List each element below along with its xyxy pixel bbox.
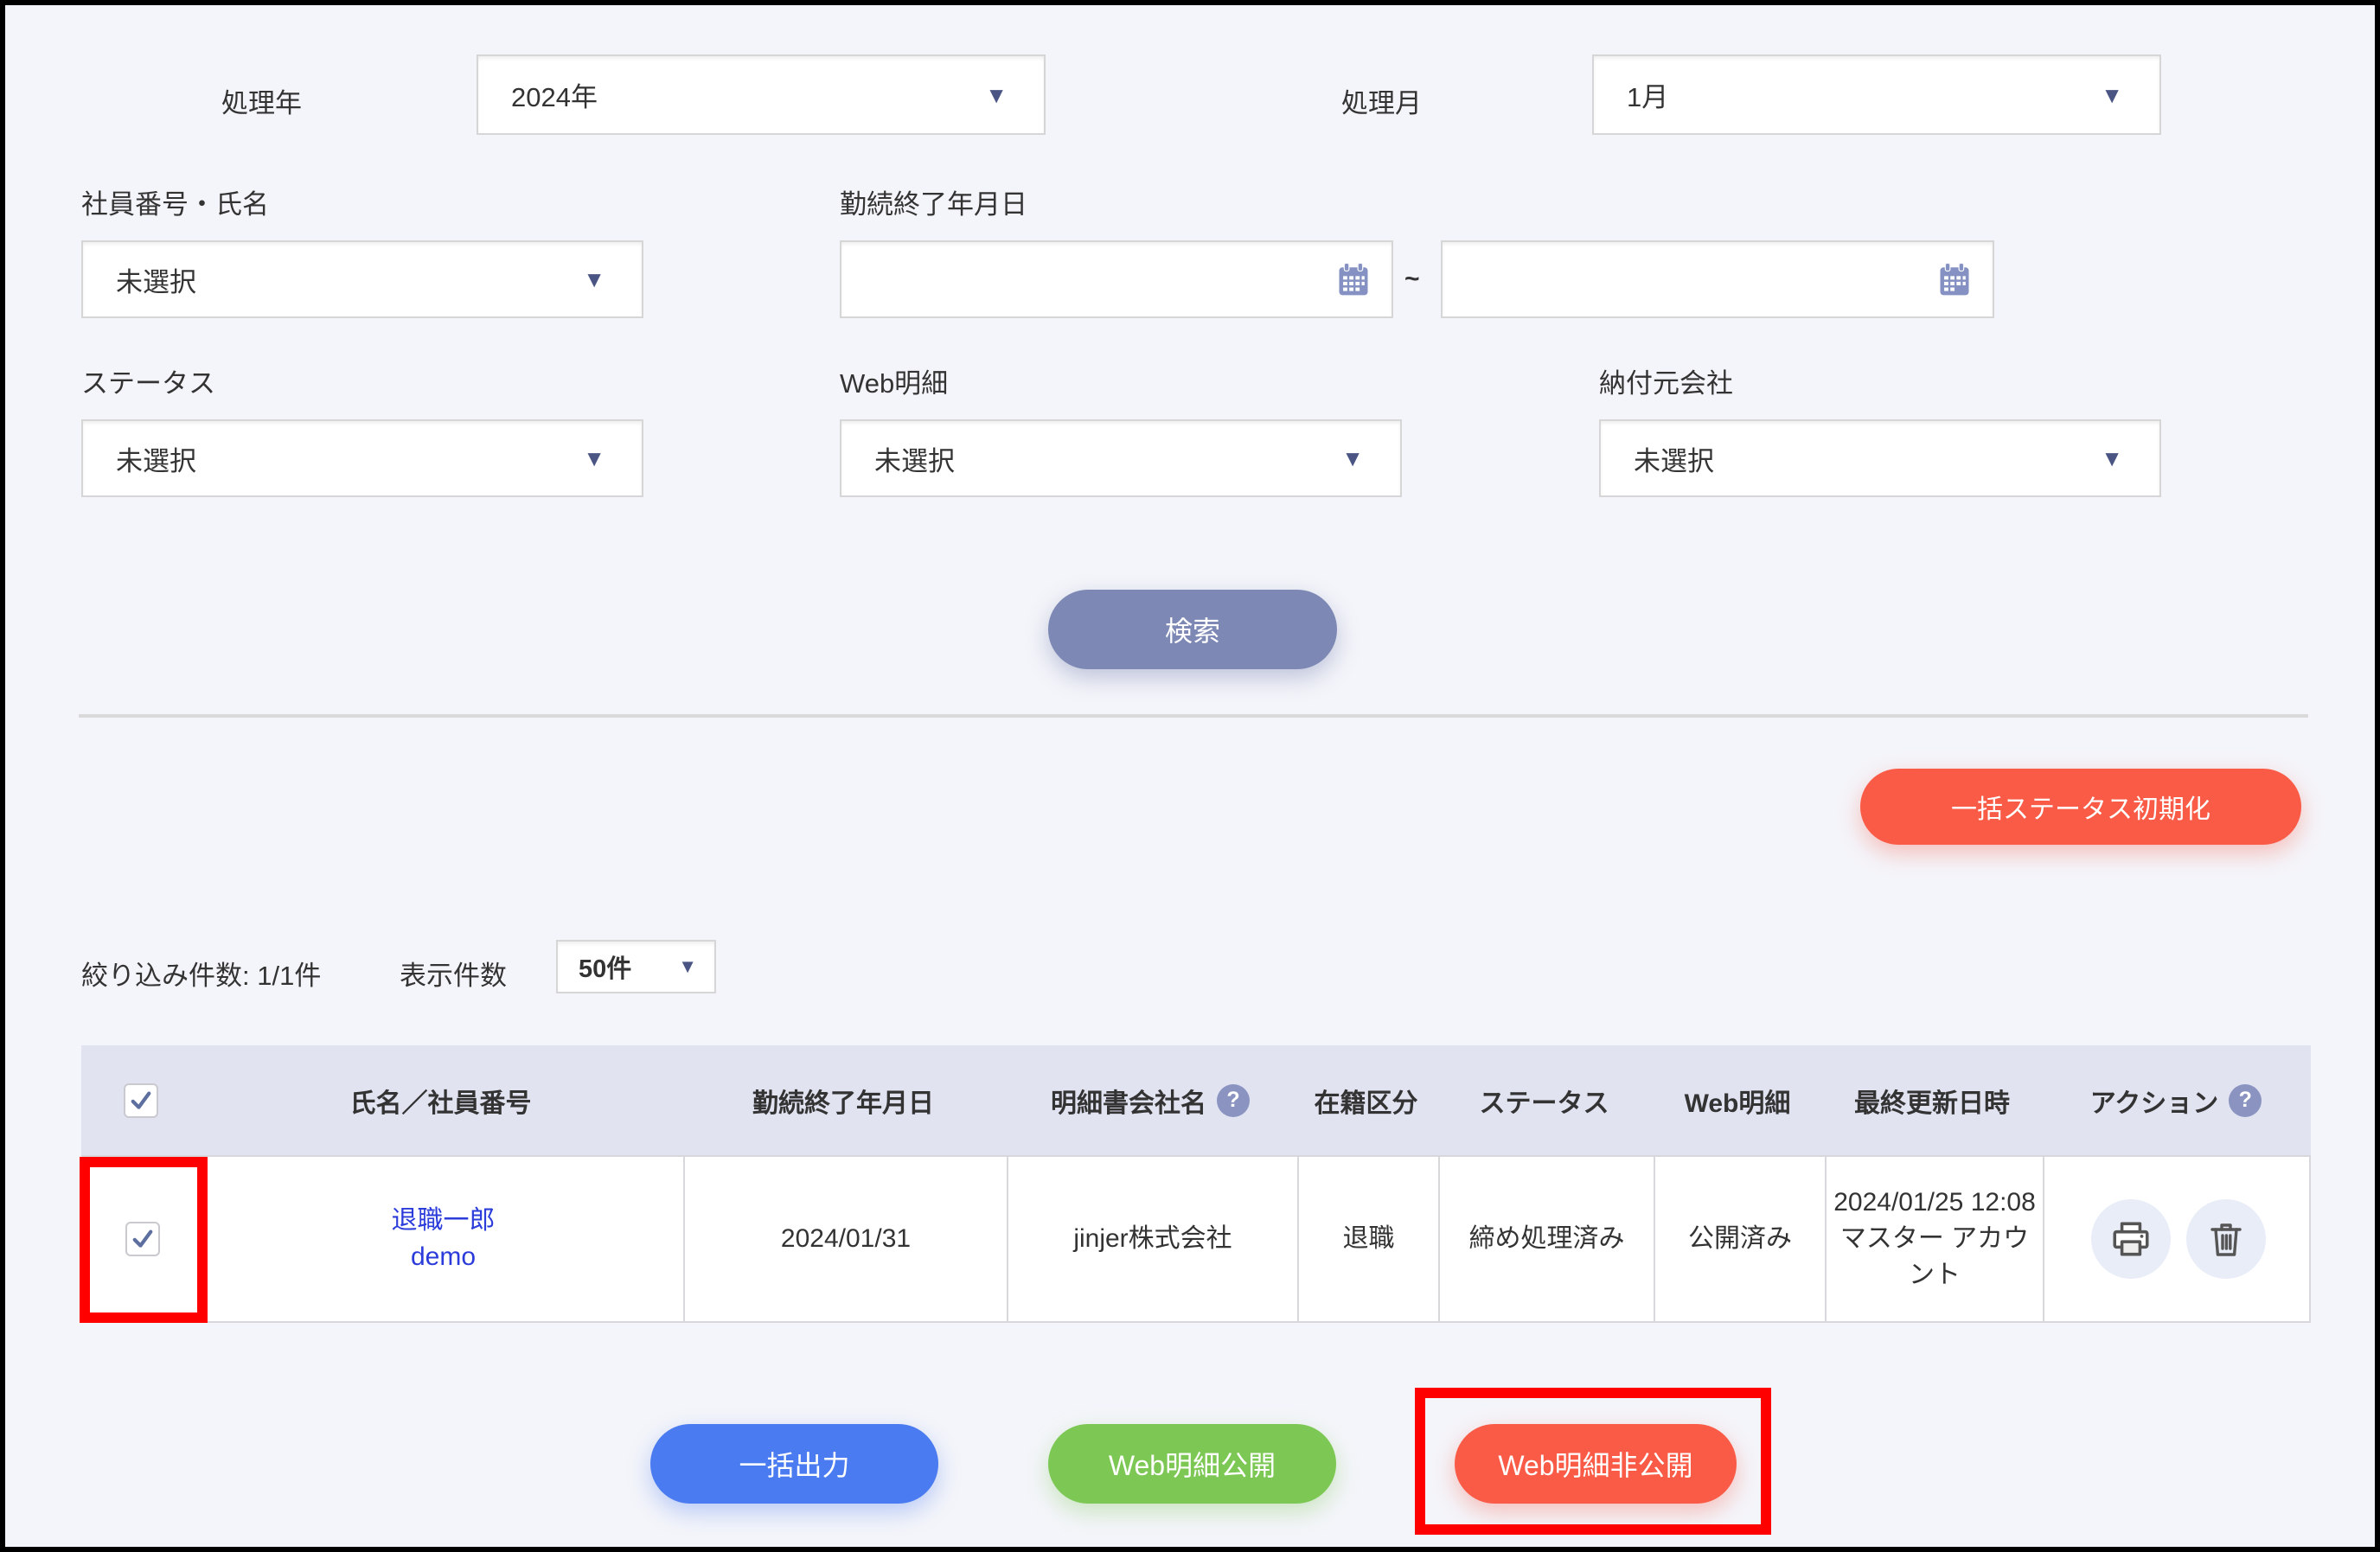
employee-select[interactable]: 未選択 ▼ (81, 240, 643, 318)
web-statement-unpublish-button[interactable]: Web明細非公開 (1455, 1424, 1737, 1504)
processing-month-label: 処理月 (1341, 81, 1422, 120)
header-company: 明細書会社名 ? (1005, 1045, 1296, 1155)
row-select-cell (83, 1157, 202, 1321)
bulk-status-reset-button[interactable]: 一括ステータス初期化 (1860, 769, 2301, 845)
updated-at: 2024/01/25 12:08 (1833, 1185, 2036, 1221)
print-button[interactable] (2091, 1199, 2171, 1279)
help-icon[interactable]: ? (2229, 1084, 2262, 1117)
payment-company-select[interactable]: 未選択 ▼ (1599, 419, 2161, 497)
header-action: アクション ? (2041, 1045, 2311, 1155)
page-size-label: 表示件数 (400, 954, 507, 993)
employee-name-link[interactable]: 退職一郎 (392, 1203, 496, 1239)
header-enrollment: 在籍区分 (1296, 1045, 1436, 1155)
employee-value: 未選択 (83, 260, 196, 299)
payroll-statement-list-page: 処理年 2024年 ▼ 処理月 1月 ▼ 社員番号・氏名 未選択 ▼ 勤続終了年… (0, 0, 2380, 1552)
processing-year-value: 2024年 (478, 75, 598, 114)
payment-company-label: 納付元会社 (1599, 361, 1733, 400)
filtered-count-text: 絞り込み件数: 1/1件 (81, 954, 321, 993)
chevron-down-icon: ▼ (583, 447, 605, 469)
chevron-down-icon: ▼ (2101, 84, 2123, 106)
web-statement-publish-button[interactable]: Web明細公開 (1048, 1424, 1336, 1504)
header-updated: 最終更新日時 (1823, 1045, 2041, 1155)
row-end-date-cell: 2024/01/31 (683, 1157, 1007, 1321)
row-action-cell (2043, 1157, 2313, 1321)
trash-icon (2205, 1218, 2247, 1260)
employee-code-link[interactable]: demo (411, 1239, 476, 1275)
statement-table: 氏名／社員番号 勤続終了年月日 明細書会社名 ? 在籍区分 ステータス Web明… (81, 1045, 2311, 1323)
employee-label: 社員番号・氏名 (81, 182, 269, 221)
delete-button[interactable] (2186, 1199, 2266, 1279)
row-name-cell: 退職一郎 demo (202, 1157, 683, 1321)
page-size-value: 50件 (558, 948, 631, 985)
date-range-separator: ~ (1404, 265, 1420, 294)
row-checkbox[interactable] (125, 1222, 160, 1256)
row-status-cell: 締め処理済み (1438, 1157, 1654, 1321)
chevron-down-icon: ▼ (678, 957, 697, 976)
check-icon (129, 1225, 157, 1253)
status-select[interactable]: 未選択 ▼ (81, 419, 643, 497)
page-size-select[interactable]: 50件 ▼ (556, 940, 716, 993)
service-end-date-label: 勤続終了年月日 (840, 182, 1027, 221)
calendar-icon (1334, 260, 1372, 298)
payment-company-value: 未選択 (1601, 439, 1714, 478)
processing-year-label: 処理年 (221, 81, 302, 120)
status-label: ステータス (81, 361, 215, 400)
web-statement-label: Web明細 (840, 361, 948, 400)
processing-year-select[interactable]: 2024年 ▼ (477, 54, 1046, 135)
chevron-down-icon: ▼ (583, 268, 605, 291)
row-company-cell: jinjer株式会社 (1007, 1157, 1297, 1321)
printer-icon (2109, 1217, 2153, 1261)
row-enrollment-cell: 退職 (1297, 1157, 1438, 1321)
row-updated-cell: 2024/01/25 12:08 マスター アカウント (1825, 1157, 2043, 1321)
header-action-label: アクション (2090, 1082, 2219, 1120)
help-icon[interactable]: ? (1217, 1084, 1250, 1117)
processing-month-select[interactable]: 1月 ▼ (1592, 54, 2161, 135)
updated-by: マスター アカウント (1833, 1221, 2036, 1293)
header-status: ステータス (1436, 1045, 1652, 1155)
web-statement-select[interactable]: 未選択 ▼ (840, 419, 1402, 497)
header-company-label: 明細書会社名 (1051, 1082, 1206, 1120)
header-select-all (81, 1045, 200, 1155)
header-end-date: 勤続終了年月日 (681, 1045, 1005, 1155)
check-icon (127, 1087, 155, 1115)
service-end-date-from-input[interactable] (840, 240, 1393, 318)
processing-month-value: 1月 (1594, 75, 1668, 114)
table-row: 退職一郎 demo 2024/01/31 jinjer株式会社 退職 締め処理済… (81, 1155, 2311, 1323)
calendar-icon (1935, 260, 1974, 298)
section-divider (79, 714, 2308, 718)
table-header-row: 氏名／社員番号 勤続終了年月日 明細書会社名 ? 在籍区分 ステータス Web明… (81, 1045, 2311, 1155)
header-name: 氏名／社員番号 (200, 1045, 681, 1155)
service-end-date-to-input[interactable] (1441, 240, 1994, 318)
select-all-checkbox[interactable] (124, 1083, 158, 1118)
bulk-export-button[interactable]: 一括出力 (650, 1424, 938, 1504)
chevron-down-icon: ▼ (985, 84, 1008, 106)
chevron-down-icon: ▼ (2101, 447, 2123, 469)
web-statement-value: 未選択 (841, 439, 955, 478)
row-web-cell: 公開済み (1654, 1157, 1825, 1321)
chevron-down-icon: ▼ (1341, 447, 1364, 469)
header-web: Web明細 (1652, 1045, 1823, 1155)
status-value: 未選択 (83, 439, 196, 478)
search-button[interactable]: 検索 (1048, 590, 1337, 669)
